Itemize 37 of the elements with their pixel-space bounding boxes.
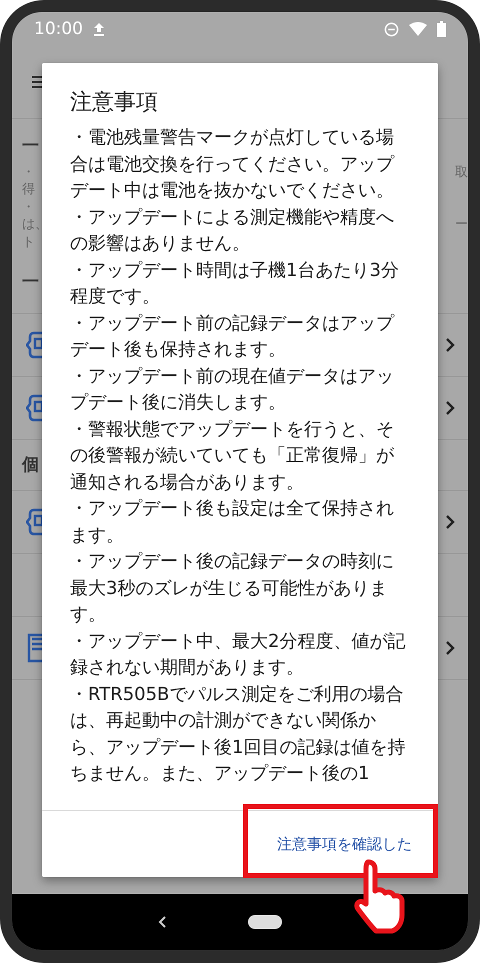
- section-heading: 一: [22, 135, 39, 157]
- chevron-icon: [444, 640, 456, 656]
- notice-text: ・アップデート中、最大2分程度、値が記録されない期間があります。: [70, 630, 406, 680]
- chevron-icon: [444, 400, 456, 416]
- notice-text: ・警報状態でアップデートを行うと、その後警報が続いていても「正常復帰」が通知される場合があります。: [70, 418, 396, 494]
- note-text: 得: [22, 181, 35, 198]
- device-icon: [26, 330, 42, 360]
- dialog-title: 注意事項: [69, 89, 159, 117]
- battery-icon: [437, 21, 446, 37]
- section-heading: 個: [22, 454, 39, 476]
- document-icon: [26, 632, 42, 662]
- do-not-disturb-icon: [384, 22, 399, 36]
- notice-text: ・アップデート後の記録データの時刻に最大3秒のズレが生じる可能性があります。: [70, 550, 395, 627]
- note-text: ・: [22, 198, 35, 216]
- section-heading: 一: [22, 271, 39, 293]
- notice-text: ・アップデート前の現在値データはアップデート後に消失します。: [70, 364, 395, 415]
- back-icon[interactable]: [158, 915, 168, 929]
- notice-text: ・アップデートによる測定機能や精度への影響はありません。: [70, 206, 395, 256]
- chevron-icon: [444, 336, 456, 352]
- device-icon: [26, 506, 42, 536]
- wifi-icon: [409, 22, 427, 36]
- notice-text: ・電池残量警告マークが点灯している場合は電池交換を行ってください。アップデート中は電池を抜かないでください。: [70, 126, 396, 203]
- notice-text: ・アップデート後も設定は全て保持されます。: [70, 497, 395, 548]
- notice-text: ・アップデート前の記録データはアップデート後も保持されます。: [70, 312, 396, 362]
- status-time: 10:00: [34, 19, 83, 39]
- chevron-icon: [444, 514, 456, 530]
- note-text: ト: [22, 234, 35, 251]
- upload-icon: [93, 22, 105, 36]
- notice-text: ・RTR505Bでパルス測定をご利用の場合は、再起動中の計測ができない関係から、アップデート後1回目の記録は値を持ちません。また、アップデート後の1: [70, 682, 406, 786]
- note-text: は、: [22, 216, 48, 234]
- confirm-button[interactable]: 注意事項を確認した: [267, 826, 422, 862]
- home-icon[interactable]: [248, 915, 282, 929]
- device-icon: [26, 392, 42, 422]
- note-text: 取: [455, 164, 468, 181]
- note-text: ・: [22, 164, 35, 181]
- note-text: ー: [455, 216, 468, 234]
- notice-text: ・アップデート時間は子機1台あたり3分程度です。: [70, 258, 400, 309]
